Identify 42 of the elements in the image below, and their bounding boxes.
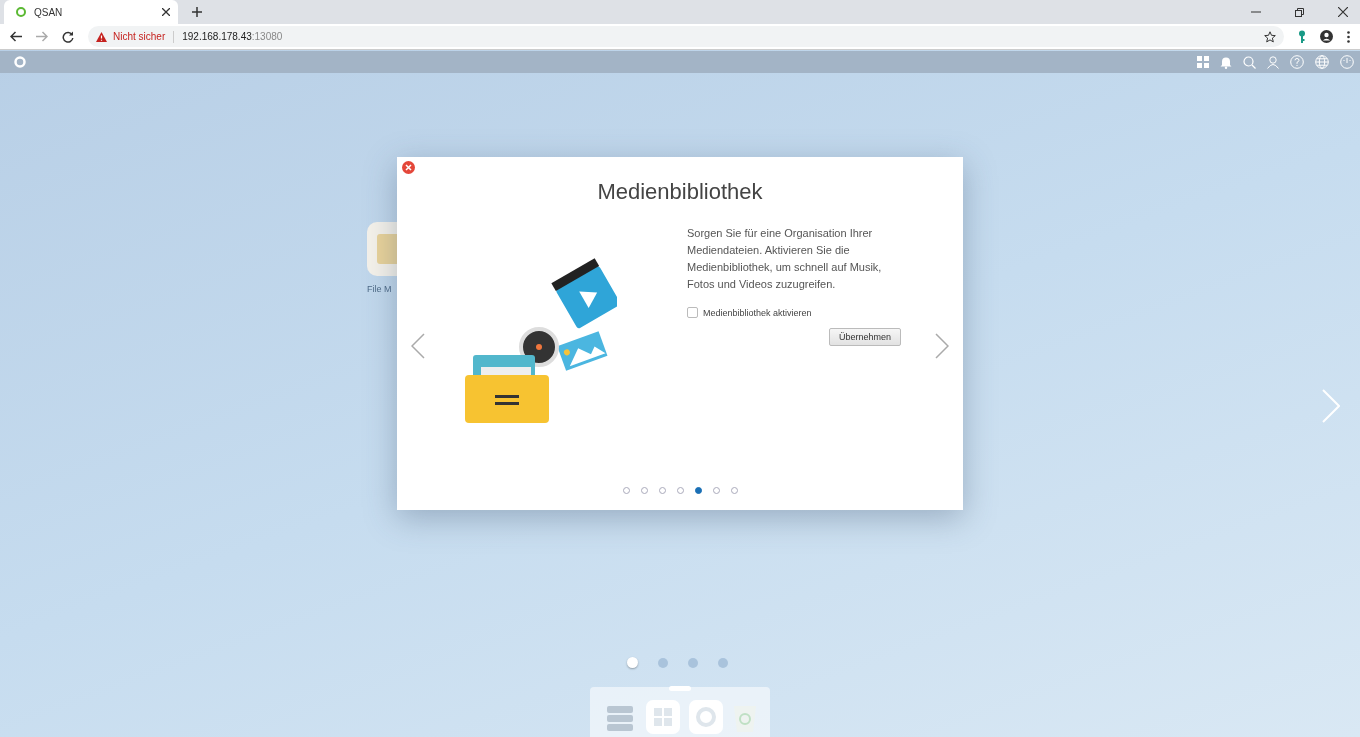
close-icon[interactable]: [1338, 7, 1348, 17]
close-tab-icon[interactable]: [162, 8, 170, 16]
desktop-page-dot[interactable]: [718, 657, 728, 668]
close-icon[interactable]: [402, 161, 415, 174]
dialog-title: Medienbibliothek: [597, 179, 763, 205]
address-field[interactable]: Nicht sicher 192.168.178.43:13080: [88, 26, 1284, 47]
key-icon[interactable]: [1298, 29, 1306, 44]
apps-grid-icon[interactable]: [645, 700, 680, 734]
apply-button[interactable]: Übernehmen: [828, 328, 901, 346]
star-icon[interactable]: [1264, 30, 1276, 43]
profile-icon[interactable]: [1320, 30, 1333, 43]
desktop-page-dot[interactable]: [688, 657, 698, 668]
page-dot[interactable]: [694, 487, 702, 494]
description-text: Sorgen Sie für eine Organisation Ihrer Mediendateien. Aktivieren Sie die Medienbibliothek, um schnell auf Musik, Fotos und Videos zuzugreifen.: [687, 226, 883, 292]
desktop-page-dot[interactable]: [658, 657, 668, 668]
user-icon[interactable]: [1267, 55, 1279, 69]
checkbox[interactable]: [687, 307, 698, 318]
dock-handle[interactable]: [669, 686, 691, 691]
restore-icon[interactable]: [1295, 7, 1304, 17]
help-icon[interactable]: [1290, 55, 1304, 69]
desktop-page-dot[interactable]: [627, 657, 638, 668]
search-icon[interactable]: [1243, 55, 1256, 69]
tab-title: QSAN: [34, 6, 64, 18]
gauge-icon[interactable]: [1340, 55, 1354, 69]
search-icon[interactable]: [688, 700, 723, 734]
app-label: File M: [367, 284, 392, 294]
logo-icon[interactable]: [14, 56, 26, 68]
minimize-icon[interactable]: [1251, 11, 1261, 13]
back-arrow-icon[interactable]: [10, 31, 22, 42]
warning-icon: [96, 31, 107, 42]
menu-icon[interactable]: [1347, 30, 1350, 43]
grid-icon[interactable]: [1197, 56, 1209, 68]
browser-tab[interactable]: QSAN: [4, 0, 178, 24]
new-tab-icon[interactable]: [192, 7, 202, 17]
globe-icon[interactable]: [1315, 55, 1329, 69]
bell-icon[interactable]: [1220, 55, 1232, 69]
checkbox-label: Medienbibliothek aktivieren: [703, 307, 812, 318]
url-text: 192.168.178.43:13080: [182, 31, 283, 42]
security-label: Nicht sicher: [113, 31, 166, 42]
reload-icon[interactable]: [62, 30, 74, 43]
forward-arrow-icon[interactable]: [36, 31, 48, 42]
site-logo-icon: [16, 7, 26, 17]
